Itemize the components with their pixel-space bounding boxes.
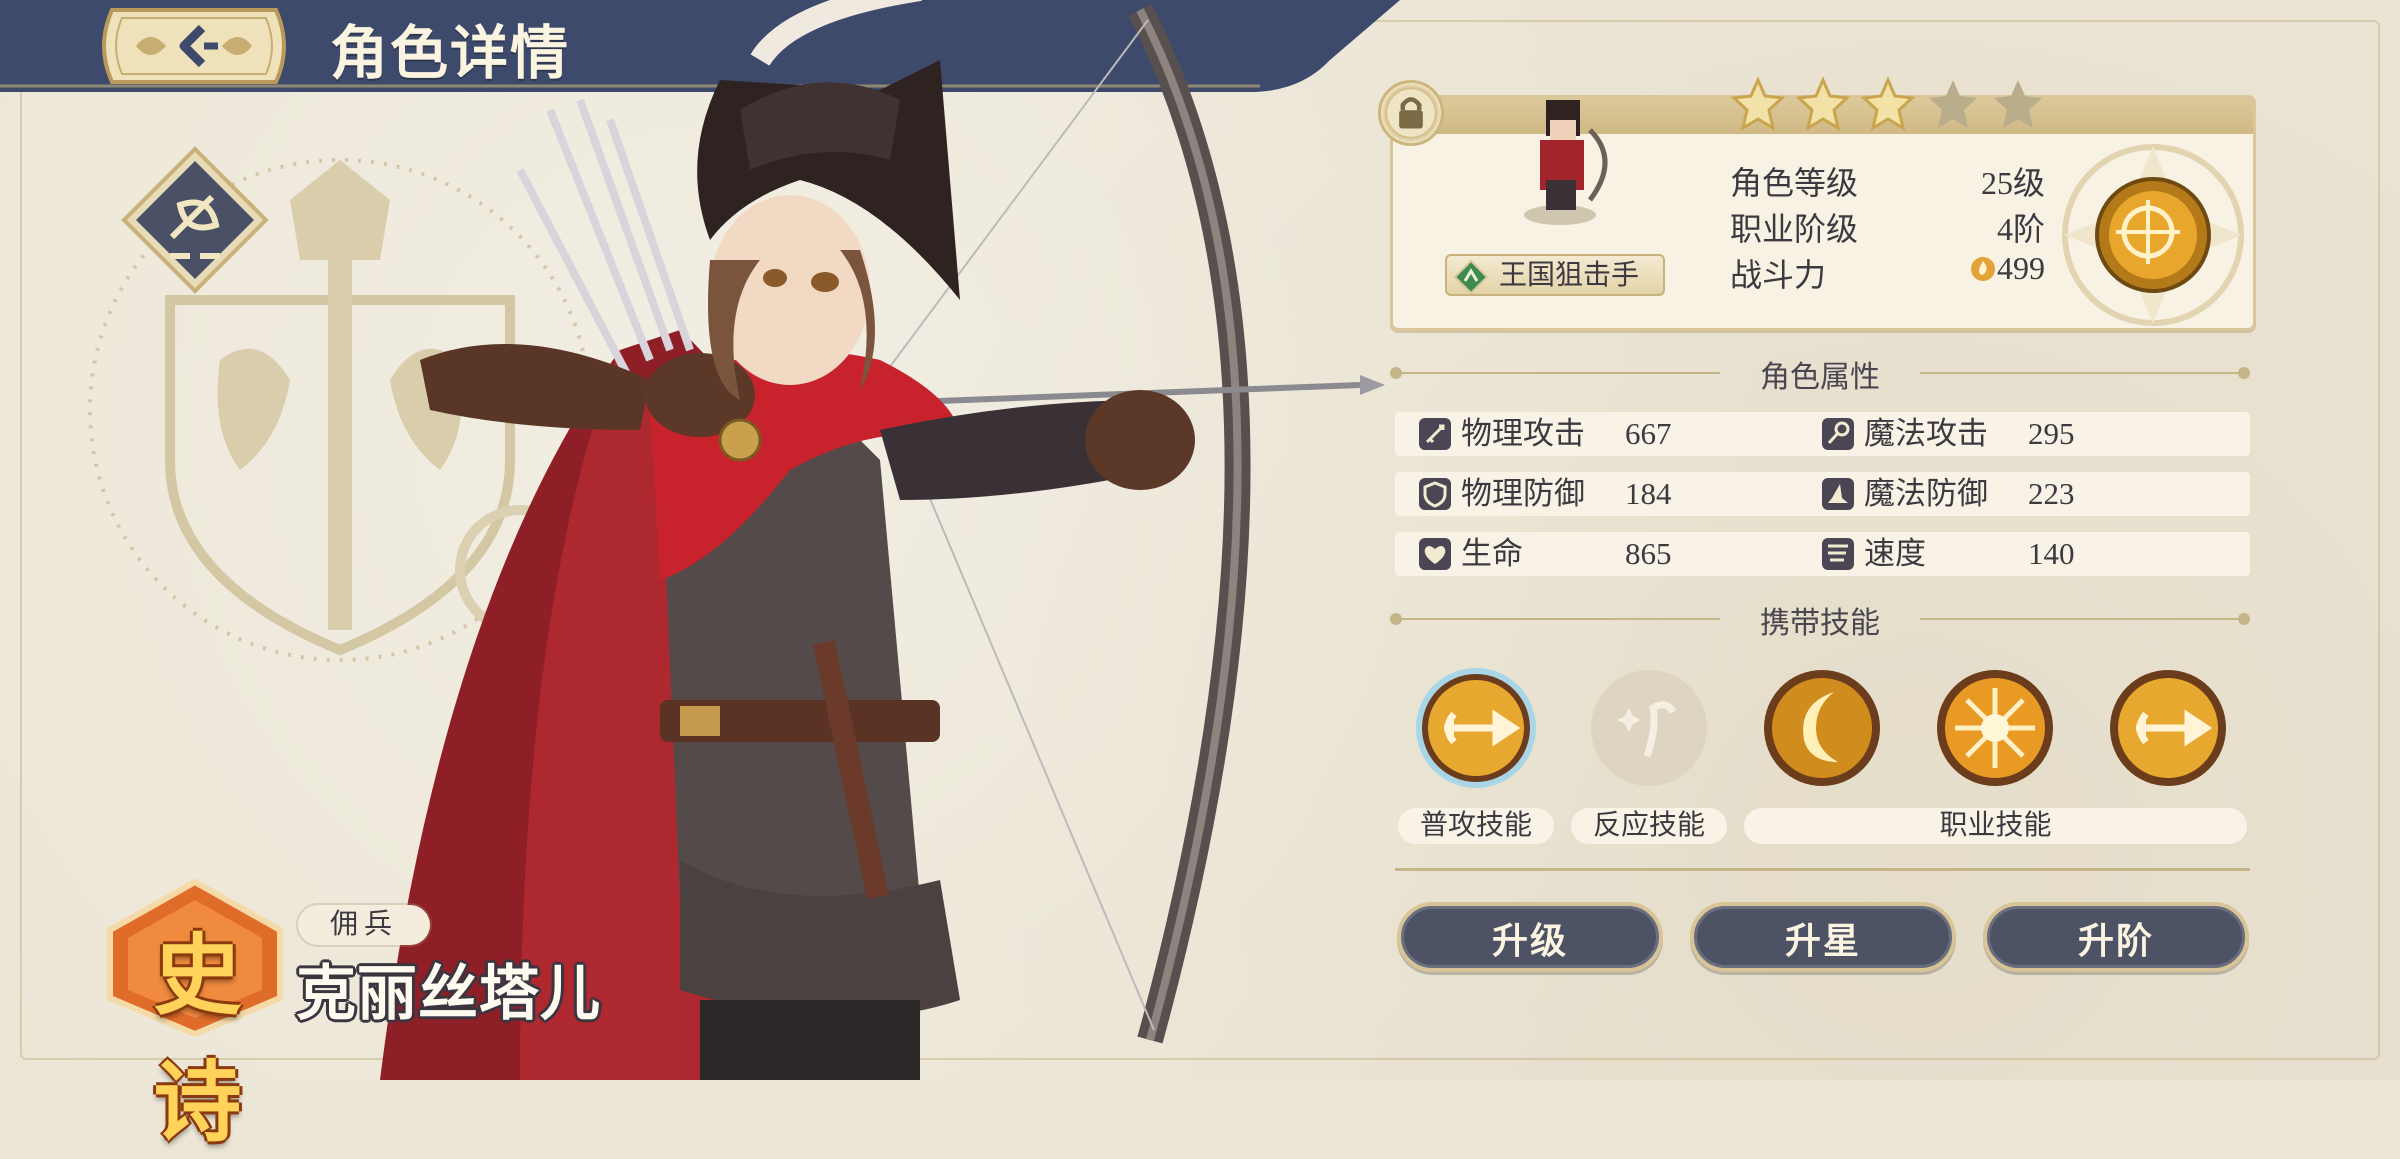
- skills-heading-text: 携带技能: [1760, 607, 1880, 640]
- skills-heading: 携带技能: [1390, 598, 2250, 640]
- attr-value: 140: [2028, 536, 2075, 571]
- character-name: 克丽丝塔儿: [296, 961, 601, 1027]
- star-rating: [1730, 76, 2042, 132]
- crescent-slash-skill-icon[interactable]: [1760, 666, 1884, 790]
- skill-label-job: 职业技能: [1744, 808, 2247, 844]
- star-filled-icon: [1795, 76, 1851, 132]
- character-pixel-sprite: [1524, 100, 1608, 225]
- heart-icon: [1419, 538, 1451, 570]
- attr-label: 魔法防御: [1864, 476, 1988, 511]
- section-divider: [1395, 868, 2250, 871]
- attr-label: 魔法攻击: [1864, 416, 1988, 451]
- rarity-label: 史诗: [153, 923, 242, 1154]
- burst-arrow-skill-icon[interactable]: [1933, 666, 2057, 790]
- shield-icon: [1419, 478, 1451, 510]
- wing-icon: [1822, 538, 1854, 570]
- piercing-arrow-skill-icon[interactable]: [2106, 666, 2230, 790]
- stat-value-power: 499: [1997, 250, 2045, 286]
- job-tag[interactable]: 王国狙击手: [1445, 254, 1665, 296]
- class-badge-icon: [121, 146, 269, 294]
- level-up-button[interactable]: 升级: [1397, 902, 1663, 972]
- attr-label: 生命: [1461, 536, 1523, 571]
- reaction-skill-empty-icon[interactable]: [1587, 666, 1711, 790]
- stat-label-level: 角色等级: [1730, 165, 1859, 201]
- rank-up-button[interactable]: 升阶: [1983, 902, 2249, 972]
- skill-label-reaction: 反应技能: [1571, 808, 1727, 844]
- attribute-row: 物理防御 184 魔法防御 223: [1395, 472, 2250, 516]
- skill-label-basic: 普攻技能: [1398, 808, 1554, 844]
- stat-label-power: 战斗力: [1730, 257, 1827, 293]
- sword-icon: [1419, 418, 1451, 450]
- lock-icon[interactable]: [1378, 80, 1444, 146]
- attribute-row: 物理攻击 667 魔法攻击 295: [1395, 412, 2250, 456]
- attr-label: 速度: [1864, 536, 1926, 571]
- star-up-button[interactable]: 升星: [1690, 902, 1956, 972]
- attributes-heading-text: 角色属性: [1760, 361, 1880, 394]
- attribute-row: 生命 865 速度 140: [1395, 532, 2250, 576]
- attr-value: 223: [2028, 476, 2075, 511]
- wand-icon: [1822, 418, 1854, 450]
- star-filled-icon: [1730, 76, 1786, 132]
- stat-power-wrap: 499: [1925, 250, 2045, 287]
- star-empty-icon: [1994, 80, 2042, 128]
- attr-value: 667: [1625, 416, 1672, 451]
- hat-icon: [1822, 478, 1854, 510]
- stat-value-rank: 4阶: [1996, 211, 2045, 247]
- stat-label-rank: 职业阶级: [1730, 211, 1859, 247]
- sniper-class-emblem-icon[interactable]: [2058, 140, 2248, 330]
- attr-value: 184: [1625, 476, 1672, 511]
- star-filled-icon: [1860, 76, 1916, 132]
- basic-attack-skill-icon[interactable]: [1414, 666, 1538, 790]
- attr-label: 物理攻击: [1461, 416, 1585, 451]
- stat-value-level: 25级: [1980, 165, 2045, 201]
- attr-label: 物理防御: [1461, 476, 1585, 511]
- character-illustration: [380, 0, 1385, 1080]
- attr-value: 295: [2028, 416, 2075, 451]
- flame-icon: [1971, 257, 1995, 281]
- attributes-heading: 角色属性: [1390, 352, 2250, 394]
- attr-value: 865: [1625, 536, 1672, 571]
- role-tag: 佣兵: [298, 905, 430, 945]
- job-diamond-icon: [1453, 259, 1489, 295]
- star-empty-icon: [1929, 80, 1977, 128]
- job-name: 王国狙击手: [1499, 260, 1640, 291]
- back-button[interactable]: [92, 4, 296, 88]
